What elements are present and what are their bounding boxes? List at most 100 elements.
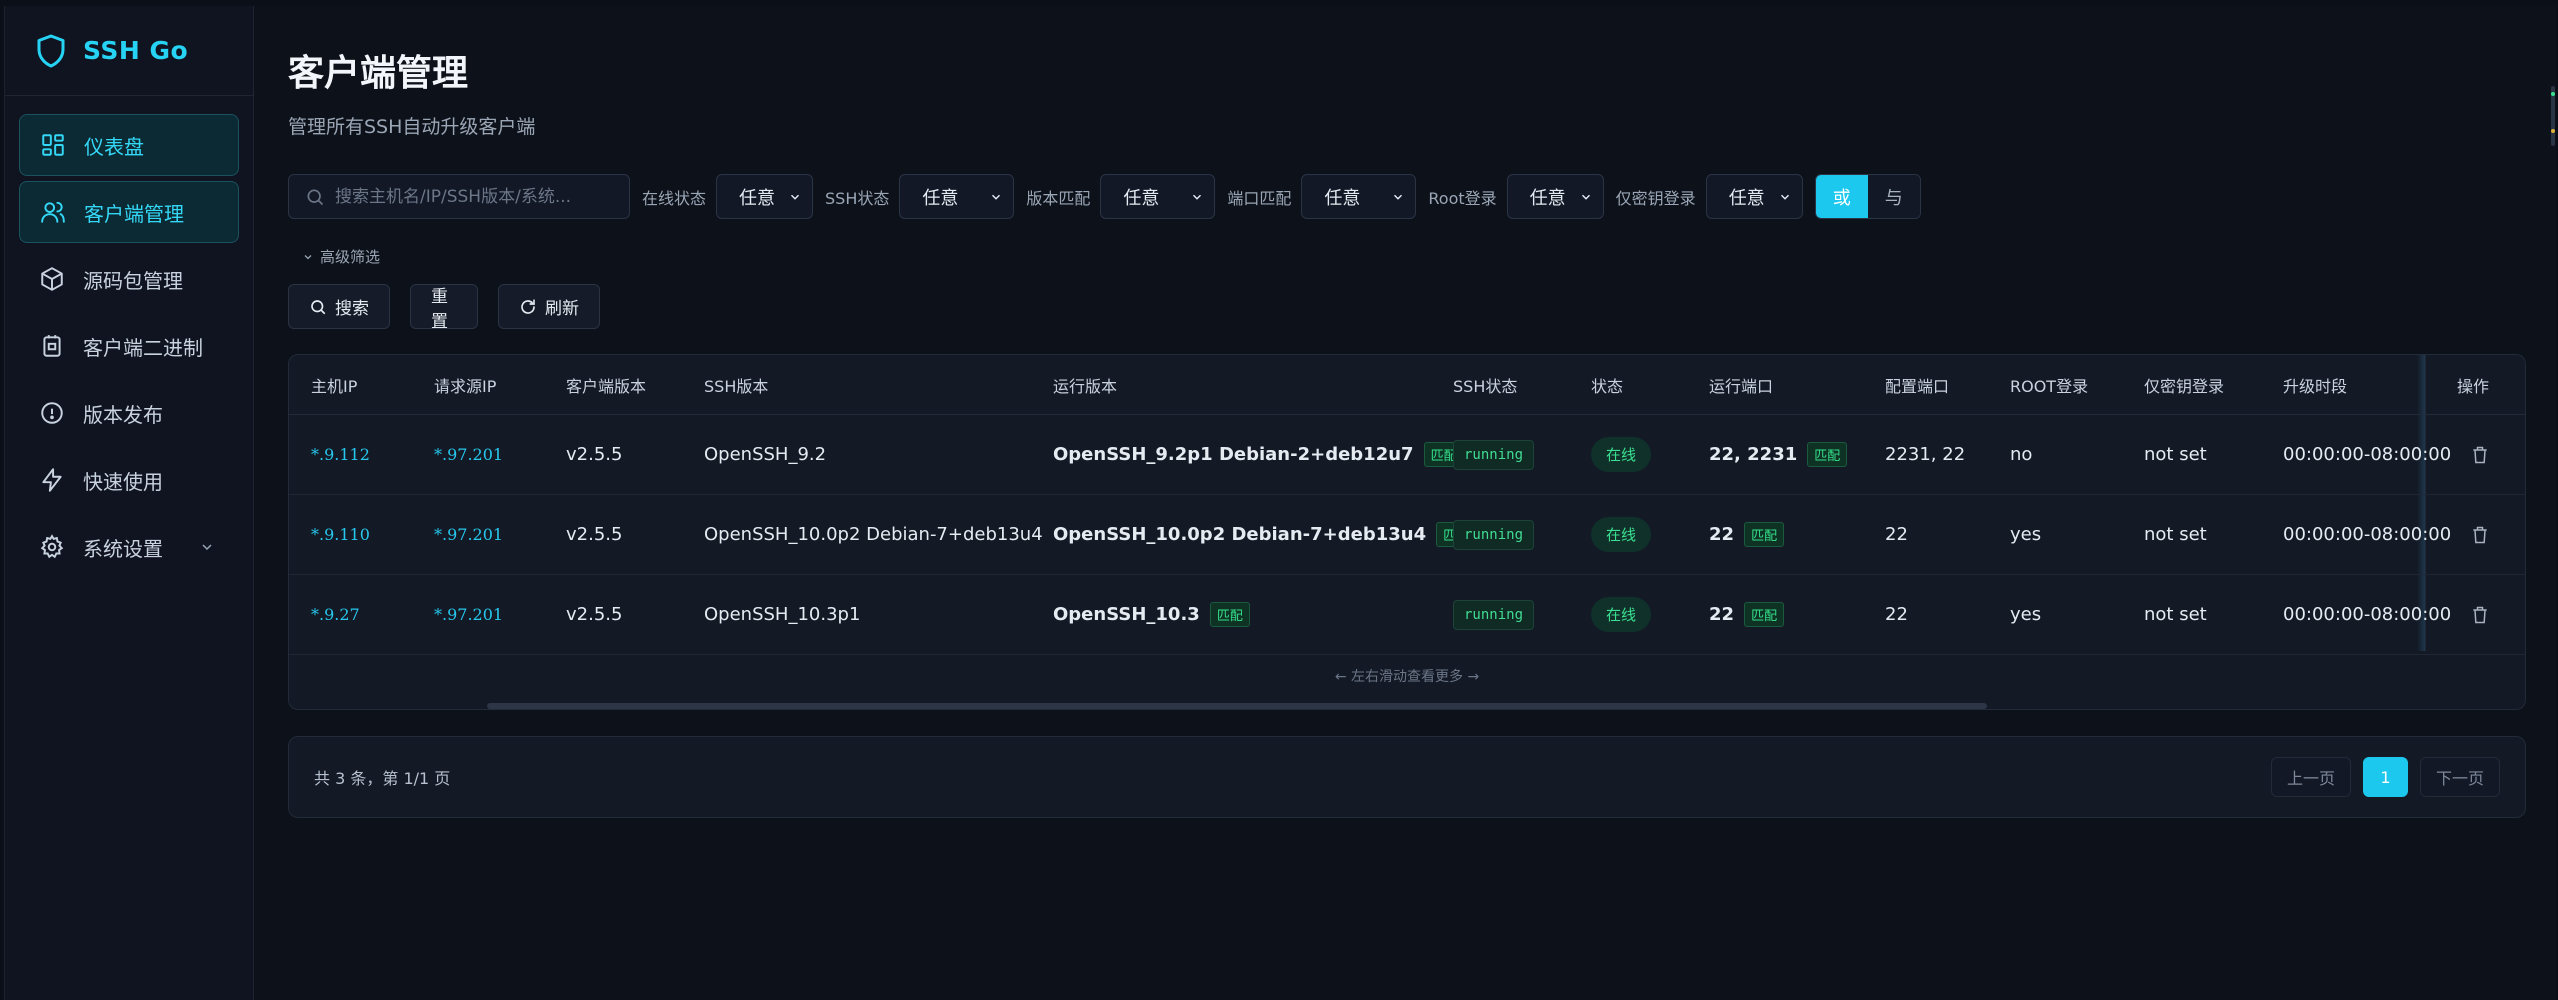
ssh-version: OpenSSH_10.0p2 Debian-7+deb13u4 [704,524,1043,545]
release-icon [41,402,63,424]
trash-icon [2473,606,2487,623]
refresh-button-label: 刷新 [545,299,579,319]
refresh-button[interactable]: 刷新 [498,284,600,329]
horizontal-scrollbar[interactable] [487,703,1987,709]
host-ip[interactable]: *.9.27 [311,605,360,624]
search-box [288,174,630,219]
sidebar-item-label: 仪表盘 [84,134,144,159]
sidebar-item-label: 源码包管理 [83,268,183,293]
col-config-port[interactable]: 配置端口 [1885,373,1949,397]
sidebar-item-dashboard[interactable]: 仪表盘 [19,114,239,176]
online-badge: 在线 [1591,597,1652,632]
brand[interactable]: SSH Go [5,6,253,96]
delete-button[interactable] [2470,445,2490,465]
select-value: 任意 [1529,187,1566,209]
sidebar-item-settings[interactable]: 系统设置 [19,516,239,578]
logic-and-button[interactable]: 与 [1867,175,1920,218]
reset-button-label: 重置 [431,286,448,332]
col-host-ip[interactable]: 主机IP [311,373,357,397]
chevron-down-icon [1780,194,1789,200]
config-port: 22 [1885,604,1908,625]
table-row[interactable]: *.9.110 *.97.201 v2.5.5 OpenSSH_10.0p2 D… [289,495,2525,575]
col-run-version[interactable]: 运行版本 [1053,373,1117,397]
search-button[interactable]: 搜索 [288,284,390,329]
sidebar-item-clients[interactable]: 客户端管理 [19,181,239,243]
page-1-button[interactable]: 1 [2362,757,2408,797]
dashboard-icon [42,134,64,156]
version-match-label: 版本匹配 [1026,188,1091,208]
online-status-select[interactable]: 任意 [716,174,814,219]
table-row[interactable]: *.9.27 *.97.201 v2.5.5 OpenSSH_10.3p1 Op… [289,575,2525,655]
sidebar-item-quickstart[interactable]: 快速使用 [19,449,239,511]
col-key-only[interactable]: 仅密钥登录 [2144,373,2224,397]
sidebar-item-releases[interactable]: 版本发布 [19,382,239,444]
sidebar-nav: 仪表盘 客户端管理 源码包管理 客户端二进制 版本发布 快速使用 系统设置 [5,96,253,578]
select-value: 任意 [1324,187,1361,209]
host-ip[interactable]: *.9.112 [311,445,370,464]
host-ip[interactable]: *.9.110 [311,525,370,544]
col-source-ip[interactable]: 请求源IP [434,373,496,397]
page-subtitle: 管理所有SSH自动升级客户端 [288,116,536,138]
sidebar-item-binaries[interactable]: 客户端二进制 [19,315,239,377]
sidebar-item-label: 快速使用 [83,469,163,494]
key-only-select[interactable]: 任意 [1705,174,1803,219]
users-icon [41,201,65,223]
table-row[interactable]: *.9.112 *.97.201 v2.5.5 OpenSSH_9.2 Open… [289,415,2525,495]
sidebar-item-label: 版本发布 [83,402,163,427]
root-login-select[interactable]: 任意 [1506,174,1604,219]
ssh-status: running [1453,439,1535,470]
sidebar-item-label: 系统设置 [83,536,163,561]
trash-icon [2473,446,2487,463]
col-status[interactable]: 状态 [1591,373,1623,397]
chevron-down-icon [202,544,212,551]
chevron-down-icon [1193,194,1202,200]
port-match-select[interactable]: 任意 [1301,174,1417,219]
select-value: 任意 [1728,187,1765,209]
reset-button[interactable]: 重置 [410,284,478,332]
ssh-status-select[interactable]: 任意 [899,174,1015,219]
run-port-text: 22 [1709,604,1735,625]
col-ssh-status[interactable]: SSH状态 [1453,373,1517,397]
chevron-down-icon [304,254,312,259]
refresh-icon [521,298,535,314]
root-login: no [2010,444,2033,465]
run-port: 22, 2231 匹配 [1709,442,1848,467]
select-value: 任意 [739,187,776,209]
col-ssh-version[interactable]: SSH版本 [704,373,768,397]
logic-toggle: 或 与 [1814,174,1921,219]
delete-button[interactable] [2470,605,2490,625]
config-port: 2231, 22 [1885,444,1966,465]
col-upgrade-window[interactable]: 升级时段 [2283,373,2347,397]
version-match-select[interactable]: 任意 [1100,174,1216,219]
search-input[interactable] [335,186,605,207]
chevron-down-icon [1394,194,1403,200]
logic-or-button[interactable]: 或 [1815,175,1868,218]
run-port-text: 22 [1709,524,1735,545]
scroll-hint: ← 左右滑动查看更多 → [1334,669,1480,685]
app-window: SSH Go 仪表盘 客户端管理 源码包管理 客户端二进制 版本发布 快速使用 … [4,6,2556,1000]
ssh-version: OpenSSH_10.3p1 [704,604,861,625]
source-ip[interactable]: *.97.201 [434,605,503,624]
search-button-label: 搜索 [335,299,369,319]
source-ip[interactable]: *.97.201 [434,445,503,464]
col-client-version[interactable]: 客户端版本 [566,373,646,397]
ssh-version: OpenSSH_9.2 [704,444,827,465]
prev-page-button[interactable]: 上一页 [2270,757,2351,797]
client-version: v2.5.5 [566,604,623,625]
sidebar-item-packages[interactable]: 源码包管理 [19,248,239,310]
next-page-button[interactable]: 下一页 [2419,757,2500,797]
ssh-status-label: SSH状态 [825,188,890,208]
shield-icon [37,34,65,67]
running-badge: running [1453,439,1535,470]
advanced-filter-toggle[interactable]: 高级筛选 [302,246,380,267]
delete-button[interactable] [2470,525,2490,545]
col-root-login[interactable]: ROOT登录 [2010,373,2088,397]
run-version: OpenSSH_9.2p1 Debian-2+deb12u7 匹配 [1053,442,1464,467]
upgrade-window: 00:00:00-08:00:00 [2283,604,2452,625]
lightning-icon [42,468,62,492]
run-port: 22 匹配 [1709,602,1785,627]
source-ip[interactable]: *.97.201 [434,525,503,544]
status: 在线 [1591,597,1652,632]
col-run-port[interactable]: 运行端口 [1709,373,1773,397]
run-version: OpenSSH_10.0p2 Debian-7+deb13u4 匹配 [1053,522,1477,547]
